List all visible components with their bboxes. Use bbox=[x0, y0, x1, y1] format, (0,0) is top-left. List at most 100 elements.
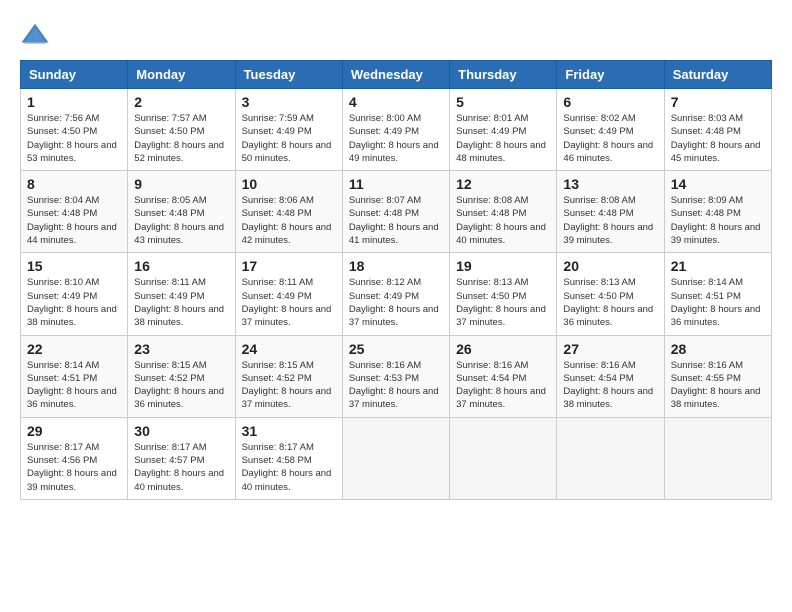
day-number: 27 bbox=[563, 341, 657, 357]
day-number: 13 bbox=[563, 176, 657, 192]
day-info: Sunrise: 7:56 AM Sunset: 4:50 PM Dayligh… bbox=[27, 112, 121, 165]
day-number: 8 bbox=[27, 176, 121, 192]
calendar-cell: 15 Sunrise: 8:10 AM Sunset: 4:49 PM Dayl… bbox=[21, 253, 128, 335]
page-header bbox=[20, 20, 772, 50]
day-number: 29 bbox=[27, 423, 121, 439]
weekday-header: Monday bbox=[128, 61, 235, 89]
calendar-cell: 4 Sunrise: 8:00 AM Sunset: 4:49 PM Dayli… bbox=[342, 89, 449, 171]
day-info: Sunrise: 8:16 AM Sunset: 4:54 PM Dayligh… bbox=[456, 359, 550, 412]
calendar-cell: 17 Sunrise: 8:11 AM Sunset: 4:49 PM Dayl… bbox=[235, 253, 342, 335]
calendar-cell: 27 Sunrise: 8:16 AM Sunset: 4:54 PM Dayl… bbox=[557, 335, 664, 417]
weekday-header: Saturday bbox=[664, 61, 771, 89]
day-info: Sunrise: 8:12 AM Sunset: 4:49 PM Dayligh… bbox=[349, 276, 443, 329]
day-number: 4 bbox=[349, 94, 443, 110]
day-number: 6 bbox=[563, 94, 657, 110]
calendar-week-row: 8 Sunrise: 8:04 AM Sunset: 4:48 PM Dayli… bbox=[21, 171, 772, 253]
day-info: Sunrise: 8:10 AM Sunset: 4:49 PM Dayligh… bbox=[27, 276, 121, 329]
day-number: 24 bbox=[242, 341, 336, 357]
calendar-cell bbox=[450, 417, 557, 499]
calendar-cell: 22 Sunrise: 8:14 AM Sunset: 4:51 PM Dayl… bbox=[21, 335, 128, 417]
day-number: 9 bbox=[134, 176, 228, 192]
day-number: 12 bbox=[456, 176, 550, 192]
day-number: 17 bbox=[242, 258, 336, 274]
day-info: Sunrise: 8:05 AM Sunset: 4:48 PM Dayligh… bbox=[134, 194, 228, 247]
day-number: 21 bbox=[671, 258, 765, 274]
calendar-week-row: 29 Sunrise: 8:17 AM Sunset: 4:56 PM Dayl… bbox=[21, 417, 772, 499]
day-number: 7 bbox=[671, 94, 765, 110]
day-number: 23 bbox=[134, 341, 228, 357]
day-number: 25 bbox=[349, 341, 443, 357]
day-info: Sunrise: 8:11 AM Sunset: 4:49 PM Dayligh… bbox=[242, 276, 336, 329]
calendar-cell: 11 Sunrise: 8:07 AM Sunset: 4:48 PM Dayl… bbox=[342, 171, 449, 253]
day-info: Sunrise: 8:13 AM Sunset: 4:50 PM Dayligh… bbox=[563, 276, 657, 329]
day-number: 10 bbox=[242, 176, 336, 192]
calendar-cell: 26 Sunrise: 8:16 AM Sunset: 4:54 PM Dayl… bbox=[450, 335, 557, 417]
day-number: 15 bbox=[27, 258, 121, 274]
weekday-header-row: SundayMondayTuesdayWednesdayThursdayFrid… bbox=[21, 61, 772, 89]
day-info: Sunrise: 8:01 AM Sunset: 4:49 PM Dayligh… bbox=[456, 112, 550, 165]
calendar-cell: 5 Sunrise: 8:01 AM Sunset: 4:49 PM Dayli… bbox=[450, 89, 557, 171]
calendar-cell: 13 Sunrise: 8:08 AM Sunset: 4:48 PM Dayl… bbox=[557, 171, 664, 253]
day-info: Sunrise: 8:11 AM Sunset: 4:49 PM Dayligh… bbox=[134, 276, 228, 329]
day-number: 1 bbox=[27, 94, 121, 110]
day-number: 22 bbox=[27, 341, 121, 357]
calendar-cell: 18 Sunrise: 8:12 AM Sunset: 4:49 PM Dayl… bbox=[342, 253, 449, 335]
day-number: 31 bbox=[242, 423, 336, 439]
day-number: 26 bbox=[456, 341, 550, 357]
calendar-week-row: 22 Sunrise: 8:14 AM Sunset: 4:51 PM Dayl… bbox=[21, 335, 772, 417]
weekday-header: Thursday bbox=[450, 61, 557, 89]
day-info: Sunrise: 8:17 AM Sunset: 4:56 PM Dayligh… bbox=[27, 441, 121, 494]
day-info: Sunrise: 8:15 AM Sunset: 4:52 PM Dayligh… bbox=[242, 359, 336, 412]
logo-icon bbox=[20, 20, 50, 50]
day-number: 18 bbox=[349, 258, 443, 274]
day-number: 5 bbox=[456, 94, 550, 110]
day-info: Sunrise: 8:16 AM Sunset: 4:54 PM Dayligh… bbox=[563, 359, 657, 412]
weekday-header: Sunday bbox=[21, 61, 128, 89]
calendar-week-row: 1 Sunrise: 7:56 AM Sunset: 4:50 PM Dayli… bbox=[21, 89, 772, 171]
day-info: Sunrise: 8:00 AM Sunset: 4:49 PM Dayligh… bbox=[349, 112, 443, 165]
day-info: Sunrise: 8:08 AM Sunset: 4:48 PM Dayligh… bbox=[456, 194, 550, 247]
calendar-cell: 8 Sunrise: 8:04 AM Sunset: 4:48 PM Dayli… bbox=[21, 171, 128, 253]
day-number: 3 bbox=[242, 94, 336, 110]
weekday-header: Wednesday bbox=[342, 61, 449, 89]
weekday-header: Friday bbox=[557, 61, 664, 89]
calendar-cell bbox=[342, 417, 449, 499]
day-number: 20 bbox=[563, 258, 657, 274]
weekday-header: Tuesday bbox=[235, 61, 342, 89]
calendar-cell: 1 Sunrise: 7:56 AM Sunset: 4:50 PM Dayli… bbox=[21, 89, 128, 171]
day-info: Sunrise: 7:57 AM Sunset: 4:50 PM Dayligh… bbox=[134, 112, 228, 165]
calendar-cell bbox=[664, 417, 771, 499]
calendar-cell: 25 Sunrise: 8:16 AM Sunset: 4:53 PM Dayl… bbox=[342, 335, 449, 417]
calendar-cell: 14 Sunrise: 8:09 AM Sunset: 4:48 PM Dayl… bbox=[664, 171, 771, 253]
calendar-cell: 28 Sunrise: 8:16 AM Sunset: 4:55 PM Dayl… bbox=[664, 335, 771, 417]
day-info: Sunrise: 8:16 AM Sunset: 4:55 PM Dayligh… bbox=[671, 359, 765, 412]
day-number: 30 bbox=[134, 423, 228, 439]
day-number: 2 bbox=[134, 94, 228, 110]
day-info: Sunrise: 8:02 AM Sunset: 4:49 PM Dayligh… bbox=[563, 112, 657, 165]
calendar-cell: 19 Sunrise: 8:13 AM Sunset: 4:50 PM Dayl… bbox=[450, 253, 557, 335]
calendar-cell: 29 Sunrise: 8:17 AM Sunset: 4:56 PM Dayl… bbox=[21, 417, 128, 499]
calendar-cell: 31 Sunrise: 8:17 AM Sunset: 4:58 PM Dayl… bbox=[235, 417, 342, 499]
calendar-cell bbox=[557, 417, 664, 499]
day-info: Sunrise: 8:16 AM Sunset: 4:53 PM Dayligh… bbox=[349, 359, 443, 412]
calendar-cell: 24 Sunrise: 8:15 AM Sunset: 4:52 PM Dayl… bbox=[235, 335, 342, 417]
day-number: 28 bbox=[671, 341, 765, 357]
day-info: Sunrise: 8:08 AM Sunset: 4:48 PM Dayligh… bbox=[563, 194, 657, 247]
logo bbox=[20, 20, 54, 50]
calendar-cell: 9 Sunrise: 8:05 AM Sunset: 4:48 PM Dayli… bbox=[128, 171, 235, 253]
day-info: Sunrise: 8:09 AM Sunset: 4:48 PM Dayligh… bbox=[671, 194, 765, 247]
calendar-cell: 20 Sunrise: 8:13 AM Sunset: 4:50 PM Dayl… bbox=[557, 253, 664, 335]
calendar-cell: 21 Sunrise: 8:14 AM Sunset: 4:51 PM Dayl… bbox=[664, 253, 771, 335]
calendar-cell: 16 Sunrise: 8:11 AM Sunset: 4:49 PM Dayl… bbox=[128, 253, 235, 335]
calendar-cell: 6 Sunrise: 8:02 AM Sunset: 4:49 PM Dayli… bbox=[557, 89, 664, 171]
calendar-table: SundayMondayTuesdayWednesdayThursdayFrid… bbox=[20, 60, 772, 500]
day-number: 14 bbox=[671, 176, 765, 192]
day-number: 11 bbox=[349, 176, 443, 192]
day-info: Sunrise: 8:17 AM Sunset: 4:57 PM Dayligh… bbox=[134, 441, 228, 494]
calendar-week-row: 15 Sunrise: 8:10 AM Sunset: 4:49 PM Dayl… bbox=[21, 253, 772, 335]
day-number: 16 bbox=[134, 258, 228, 274]
calendar-cell: 2 Sunrise: 7:57 AM Sunset: 4:50 PM Dayli… bbox=[128, 89, 235, 171]
day-info: Sunrise: 8:14 AM Sunset: 4:51 PM Dayligh… bbox=[27, 359, 121, 412]
calendar-cell: 12 Sunrise: 8:08 AM Sunset: 4:48 PM Dayl… bbox=[450, 171, 557, 253]
calendar-cell: 7 Sunrise: 8:03 AM Sunset: 4:48 PM Dayli… bbox=[664, 89, 771, 171]
